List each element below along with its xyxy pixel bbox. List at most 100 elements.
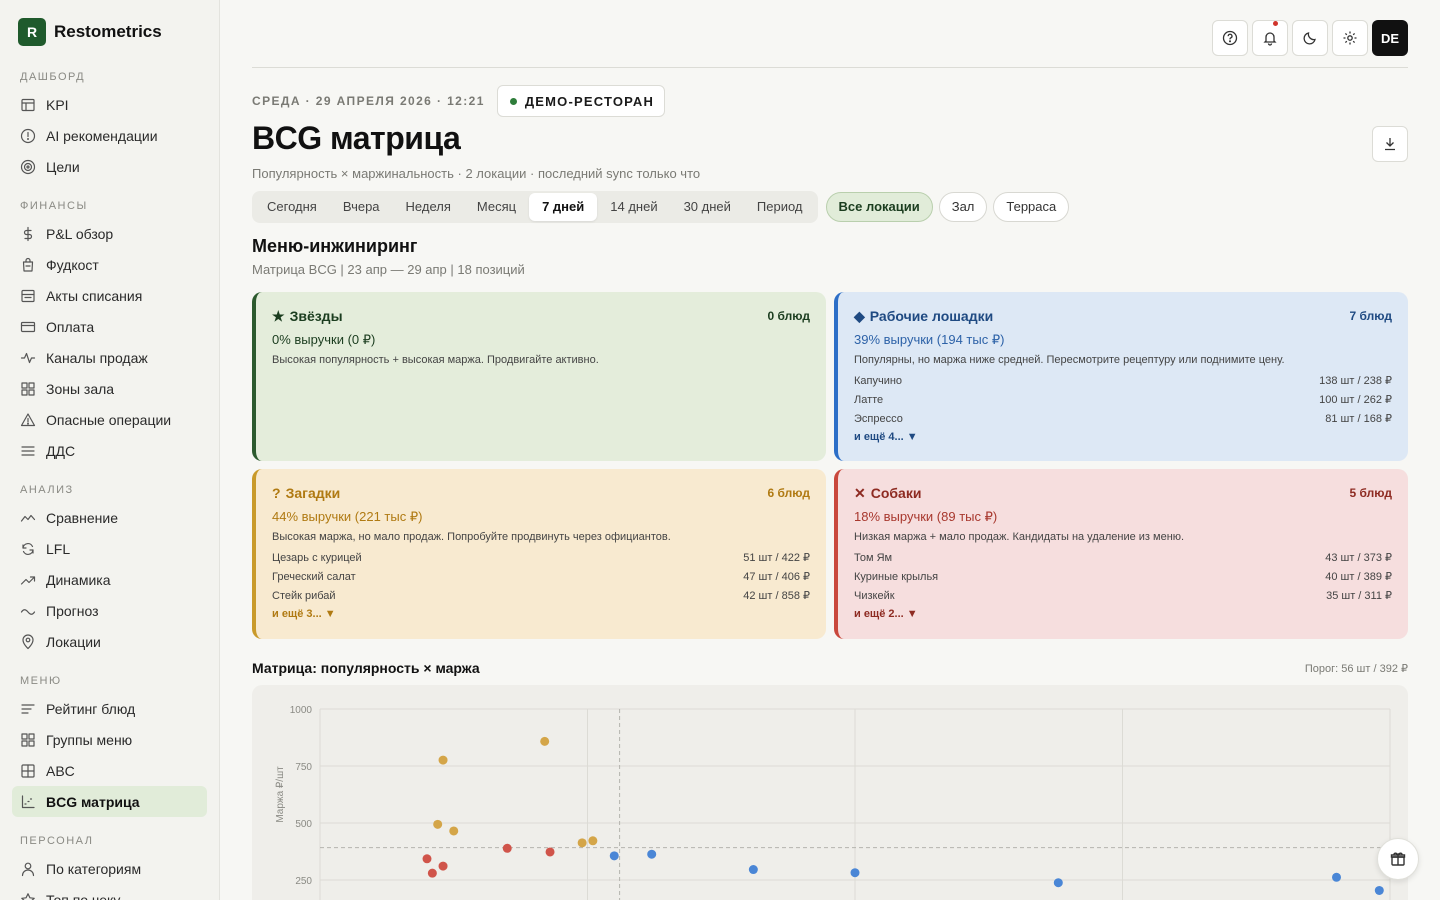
- sidebar-item[interactable]: Сравнение: [12, 502, 207, 533]
- period-option[interactable]: Сегодня: [254, 193, 330, 221]
- sidebar-item-label: Опасные операции: [46, 411, 172, 428]
- sidebar-item[interactable]: Группы меню: [12, 724, 207, 755]
- section-subtitle: Матрица BCG | 23 апр — 29 апр | 18 позиц…: [252, 262, 525, 277]
- theme-toggle-button[interactable]: [1292, 20, 1328, 56]
- brand[interactable]: R Restometrics: [12, 17, 207, 47]
- dish-stats: 138 шт / 238 ₽: [1319, 375, 1392, 387]
- quadrant-title: ◆ Рабочие лошадки: [854, 308, 993, 325]
- wave-icon: [20, 603, 36, 619]
- sidebar-item[interactable]: KPI: [12, 89, 207, 120]
- location-option[interactable]: Терраса: [993, 192, 1070, 222]
- dish-name: Том Ям: [854, 552, 893, 564]
- quadrant-name: Собаки: [870, 485, 922, 501]
- moon-icon: [1303, 32, 1316, 45]
- quadrant-name: Рабочие лошадки: [869, 308, 994, 324]
- period-option[interactable]: Вчера: [330, 193, 393, 221]
- dish-name: Чизкейк: [854, 590, 895, 602]
- warning-icon: [20, 412, 36, 428]
- user-avatar[interactable]: DE: [1372, 20, 1408, 56]
- dish-row: Латте 100 шт / 262 ₽: [854, 391, 1392, 410]
- dish-row: Стейк рибай 42 шт / 858 ₽: [272, 587, 810, 606]
- sidebar: R Restometrics ДАШБОРД KPI AI рекомендации…: [0, 0, 220, 900]
- target-icon: [20, 159, 36, 175]
- nav-section: ПЕРСОНАЛ По категориям Топ по чеку: [12, 831, 207, 900]
- nav-section-heading: АНАЛИЗ: [20, 484, 74, 496]
- quadrant-name: Звёзды: [289, 308, 343, 324]
- sidebar-item-label: Рейтинг блюд: [46, 700, 136, 717]
- period-option[interactable]: Месяц: [464, 193, 529, 221]
- matrix-chart: 1000 750 500 250 Маржа ₽/шт: [252, 685, 1408, 900]
- sidebar-item[interactable]: P&L обзор: [12, 218, 207, 249]
- restaurant-selector[interactable]: ДЕМО-РЕСТОРАН: [496, 85, 666, 117]
- location-option[interactable]: Зал: [938, 192, 988, 222]
- sidebar-item[interactable]: Акты списания: [12, 280, 207, 311]
- quadrant-header: ◆ Рабочие лошадки 7 блюд: [854, 306, 1392, 326]
- nav-section-heading: ДАШБОРД: [20, 71, 86, 83]
- sidebar-item[interactable]: LFL: [12, 533, 207, 564]
- period-option[interactable]: Период: [744, 193, 816, 221]
- sidebar-item[interactable]: AI рекомендации: [12, 120, 207, 151]
- dish-name: Эспрессо: [854, 413, 903, 425]
- period-option[interactable]: Неделя: [393, 193, 464, 221]
- period-selector: Сегодня Вчера Неделя Месяц 7 дней 14 дней 30 д…: [252, 191, 818, 223]
- show-more-link[interactable]: и ещё 2... ▼: [854, 608, 1392, 620]
- location-option[interactable]: Все локации: [825, 192, 933, 222]
- sidebar-item[interactable]: Цели: [12, 151, 207, 182]
- sidebar-item[interactable]: Оплата: [12, 311, 207, 342]
- scatter-point-puzzles: [577, 838, 587, 848]
- chart-axes-icon: [20, 794, 36, 810]
- sidebar-item[interactable]: Динамика: [12, 564, 207, 595]
- quadrant-header: ★ Звёзды 0 блюд: [272, 306, 810, 326]
- sidebar-item-label: Группы меню: [46, 731, 133, 748]
- sidebar-item[interactable]: Фудкост: [12, 249, 207, 280]
- sidebar-item[interactable]: BCG матрица: [12, 786, 207, 817]
- current-date: СРЕДА · 29 АПРЕЛЯ 2026 · 12:21: [252, 94, 485, 108]
- table-icon: [20, 97, 36, 113]
- nav-section-heading: ФИНАНСЫ: [20, 200, 88, 212]
- sidebar-item[interactable]: Каналы продаж: [12, 342, 207, 373]
- download-button[interactable]: [1372, 126, 1408, 162]
- dish-row: Цезарь с курицей 51 шт / 422 ₽: [272, 549, 810, 568]
- notifications-button[interactable]: [1252, 20, 1288, 56]
- sidebar-item-label: Локации: [46, 633, 101, 650]
- period-option[interactable]: 30 дней: [671, 193, 744, 221]
- download-icon: [1385, 138, 1395, 151]
- sidebar-item[interactable]: Прогноз: [12, 595, 207, 626]
- period-option[interactable]: 14 дней: [597, 193, 670, 221]
- quadrant-header: ? Загадки 6 блюд: [272, 483, 810, 503]
- sidebar-item-label: ABC: [46, 762, 75, 779]
- quadrant-name: Загадки: [285, 485, 341, 501]
- quadrant-revenue: 39% выручки (194 тыс ₽): [854, 332, 1005, 347]
- sidebar-item[interactable]: По категориям: [12, 853, 207, 884]
- dish-row: Куриные крылья 40 шт / 389 ₽: [854, 568, 1392, 587]
- period-option[interactable]: 7 дней: [529, 193, 598, 221]
- show-more-link[interactable]: и ещё 4... ▼: [854, 431, 1392, 443]
- quadrant-title: ✕ Собаки: [854, 485, 921, 502]
- top-actions: DE: [1212, 20, 1408, 56]
- sidebar-item[interactable]: Опасные операции: [12, 404, 207, 435]
- show-more-link[interactable]: и ещё 3... ▼: [272, 608, 810, 620]
- sidebar-item[interactable]: ABC: [12, 755, 207, 786]
- scatter-point-puzzles: [540, 736, 550, 746]
- menu-lines-icon: [20, 443, 36, 459]
- sidebar-item[interactable]: Локации: [12, 626, 207, 657]
- quadrant-items: Цезарь с курицей 51 шт / 422 ₽ Греческий…: [272, 549, 810, 606]
- help-button[interactable]: [1212, 20, 1248, 56]
- sidebar-item[interactable]: Рейтинг блюд: [12, 693, 207, 724]
- sidebar-item[interactable]: Зоны зала: [12, 373, 207, 404]
- dish-stats: 81 шт / 168 ₽: [1325, 413, 1392, 425]
- quadrant-count: 7 блюд: [1349, 309, 1392, 323]
- notification-dot: [1273, 21, 1278, 26]
- scatter-point-horses: [1053, 878, 1063, 888]
- assistant-button[interactable]: [1377, 838, 1419, 880]
- nav-section: АНАЛИЗ Сравнение LFL Динамика Прогноз Локации: [12, 480, 207, 657]
- scatter-point-puzzles: [433, 819, 443, 829]
- dish-stats: 42 шт / 858 ₽: [743, 590, 810, 602]
- sidebar-item[interactable]: Топ по чеку: [12, 884, 207, 900]
- y-axis-label: Маржа ₽/шт: [275, 766, 286, 823]
- settings-button[interactable]: [1332, 20, 1368, 56]
- matrix-title: Матрица: популярность × маржа: [252, 660, 480, 676]
- scatter-point-puzzles: [438, 755, 448, 765]
- sidebar-item[interactable]: ДДС: [12, 435, 207, 466]
- dish-stats: 47 шт / 406 ₽: [743, 571, 810, 583]
